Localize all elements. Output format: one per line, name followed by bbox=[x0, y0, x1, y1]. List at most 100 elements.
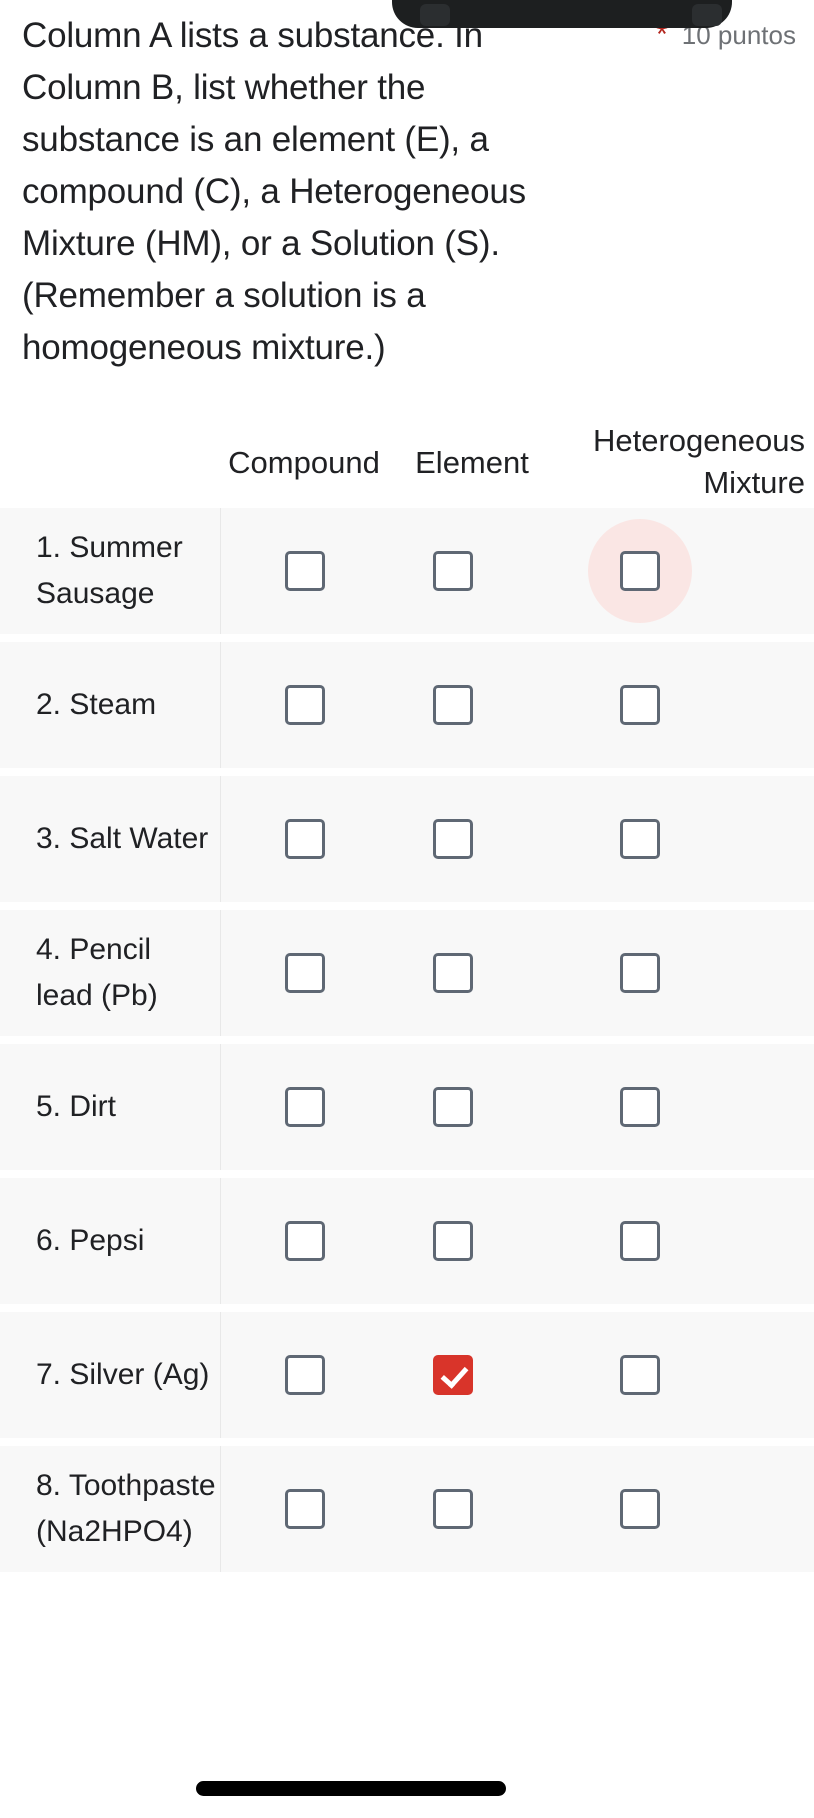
checkbox-icon[interactable] bbox=[620, 953, 660, 993]
checkbox-icon[interactable] bbox=[285, 953, 325, 993]
checkbox-wrapper[interactable] bbox=[282, 548, 328, 594]
checkbox-icon[interactable] bbox=[433, 551, 473, 591]
grid-cell[interactable] bbox=[388, 1446, 518, 1572]
checkbox-icon[interactable] bbox=[433, 953, 473, 993]
grid-cell[interactable] bbox=[540, 642, 740, 768]
checkbox-wrapper[interactable] bbox=[430, 1352, 476, 1398]
checkbox-wrapper[interactable] bbox=[282, 816, 328, 862]
checkbox-icon[interactable] bbox=[285, 1087, 325, 1127]
checkbox-wrapper[interactable] bbox=[617, 1084, 663, 1130]
row-label: 4. Pencil lead (Pb) bbox=[36, 933, 158, 1012]
row-divider bbox=[220, 642, 221, 768]
checkbox-icon[interactable] bbox=[285, 1221, 325, 1261]
grid-cell[interactable] bbox=[388, 776, 518, 902]
checkbox-wrapper[interactable] bbox=[617, 1486, 663, 1532]
row-label: 1. Summer Sausage bbox=[36, 531, 183, 610]
gesture-navigation-bar[interactable] bbox=[196, 1781, 506, 1796]
row-label: 3. Salt Water bbox=[36, 822, 209, 855]
row-divider bbox=[220, 1044, 221, 1170]
status-bar-icon-left bbox=[420, 4, 450, 26]
grid-cell[interactable] bbox=[540, 1178, 740, 1304]
table-row: 4. Pencil lead (Pb) bbox=[0, 910, 814, 1036]
checkbox-wrapper[interactable] bbox=[282, 1486, 328, 1532]
checkbox-icon[interactable] bbox=[433, 1087, 473, 1127]
grid-cell[interactable] bbox=[540, 1312, 740, 1438]
row-divider bbox=[220, 776, 221, 902]
checkbox-icon[interactable] bbox=[620, 1489, 660, 1529]
column-header-heterogeneous-mixture: Heterogeneous Mixture bbox=[593, 423, 805, 500]
checkbox-wrapper[interactable] bbox=[430, 950, 476, 996]
table-row: 3. Salt Water bbox=[0, 776, 814, 902]
grid-cell[interactable] bbox=[388, 1178, 518, 1304]
grid-cell[interactable] bbox=[540, 910, 740, 1036]
checkbox-icon[interactable] bbox=[620, 1355, 660, 1395]
grid-cell[interactable] bbox=[388, 910, 518, 1036]
table-row: 1. Summer Sausage bbox=[0, 508, 814, 634]
checkbox-icon[interactable] bbox=[433, 1221, 473, 1261]
checkbox-icon[interactable] bbox=[433, 685, 473, 725]
row-divider bbox=[220, 910, 221, 1036]
checkbox-wrapper[interactable] bbox=[282, 682, 328, 728]
grid-cell[interactable] bbox=[540, 776, 740, 902]
row-divider bbox=[220, 508, 221, 634]
checkbox-wrapper[interactable] bbox=[617, 682, 663, 728]
row-label: 2. Steam bbox=[36, 688, 157, 721]
checkbox-wrapper[interactable] bbox=[617, 950, 663, 996]
grid-cell[interactable] bbox=[222, 910, 388, 1036]
table-row: 2. Steam bbox=[0, 642, 814, 768]
column-header-element: Element bbox=[415, 445, 529, 480]
checkbox-icon[interactable] bbox=[620, 685, 660, 725]
grid-rows: 1. Summer Sausage 2. Steam 3. Salt Water 4.… bbox=[0, 508, 814, 1572]
grid-cell[interactable] bbox=[540, 508, 740, 634]
status-bar-notch bbox=[392, 0, 732, 28]
checkbox-wrapper[interactable] bbox=[430, 816, 476, 862]
grid-column-headers: Compound Element Heterogeneous Mixture bbox=[0, 412, 814, 508]
checkbox-wrapper[interactable] bbox=[282, 1084, 328, 1130]
checkbox-icon[interactable] bbox=[285, 1489, 325, 1529]
column-header-compound: Compound bbox=[228, 445, 380, 480]
table-row: 7. Silver (Ag) bbox=[0, 1312, 814, 1438]
checkbox-grid: Compound Element Heterogeneous Mixture 1… bbox=[0, 412, 814, 1580]
grid-cell[interactable] bbox=[222, 642, 388, 768]
checkbox-wrapper[interactable] bbox=[282, 1218, 328, 1264]
grid-cell[interactable] bbox=[222, 776, 388, 902]
grid-cell[interactable] bbox=[222, 1312, 388, 1438]
checkbox-wrapper[interactable] bbox=[617, 1218, 663, 1264]
checkbox-icon[interactable] bbox=[433, 819, 473, 859]
grid-cell[interactable] bbox=[540, 1446, 740, 1572]
status-bar-icon-right bbox=[692, 4, 722, 26]
grid-cell[interactable] bbox=[222, 1446, 388, 1572]
table-row: 6. Pepsi bbox=[0, 1178, 814, 1304]
checkbox-wrapper[interactable] bbox=[430, 682, 476, 728]
checkbox-wrapper[interactable] bbox=[617, 1352, 663, 1398]
row-divider bbox=[220, 1312, 221, 1438]
row-label: 8. Toothpaste (Na2HPO4) bbox=[36, 1469, 216, 1548]
checkbox-icon[interactable] bbox=[285, 1355, 325, 1395]
checkbox-icon[interactable] bbox=[620, 1221, 660, 1261]
checkbox-wrapper[interactable] bbox=[588, 519, 692, 623]
checkbox-icon[interactable] bbox=[433, 1489, 473, 1529]
checkbox-wrapper[interactable] bbox=[430, 1486, 476, 1532]
checkbox-icon[interactable] bbox=[285, 819, 325, 859]
checkbox-icon[interactable] bbox=[285, 551, 325, 591]
row-divider bbox=[220, 1446, 221, 1572]
checkbox-icon[interactable] bbox=[620, 1087, 660, 1127]
checkbox-wrapper[interactable] bbox=[617, 816, 663, 862]
checkbox-icon[interactable] bbox=[285, 685, 325, 725]
checkbox-wrapper[interactable] bbox=[282, 950, 328, 996]
checkbox-wrapper[interactable] bbox=[430, 1218, 476, 1264]
grid-cell[interactable] bbox=[222, 1044, 388, 1170]
checkbox-icon[interactable] bbox=[620, 551, 660, 591]
checkbox-wrapper[interactable] bbox=[430, 1084, 476, 1130]
checkbox-wrapper[interactable] bbox=[282, 1352, 328, 1398]
grid-cell[interactable] bbox=[222, 508, 388, 634]
grid-cell[interactable] bbox=[540, 1044, 740, 1170]
grid-cell[interactable] bbox=[222, 1178, 388, 1304]
grid-cell[interactable] bbox=[388, 508, 518, 634]
grid-cell[interactable] bbox=[388, 1312, 518, 1438]
checkbox-wrapper[interactable] bbox=[430, 548, 476, 594]
grid-cell[interactable] bbox=[388, 1044, 518, 1170]
grid-cell[interactable] bbox=[388, 642, 518, 768]
checkbox-checked-icon[interactable] bbox=[433, 1355, 473, 1395]
checkbox-icon[interactable] bbox=[620, 819, 660, 859]
